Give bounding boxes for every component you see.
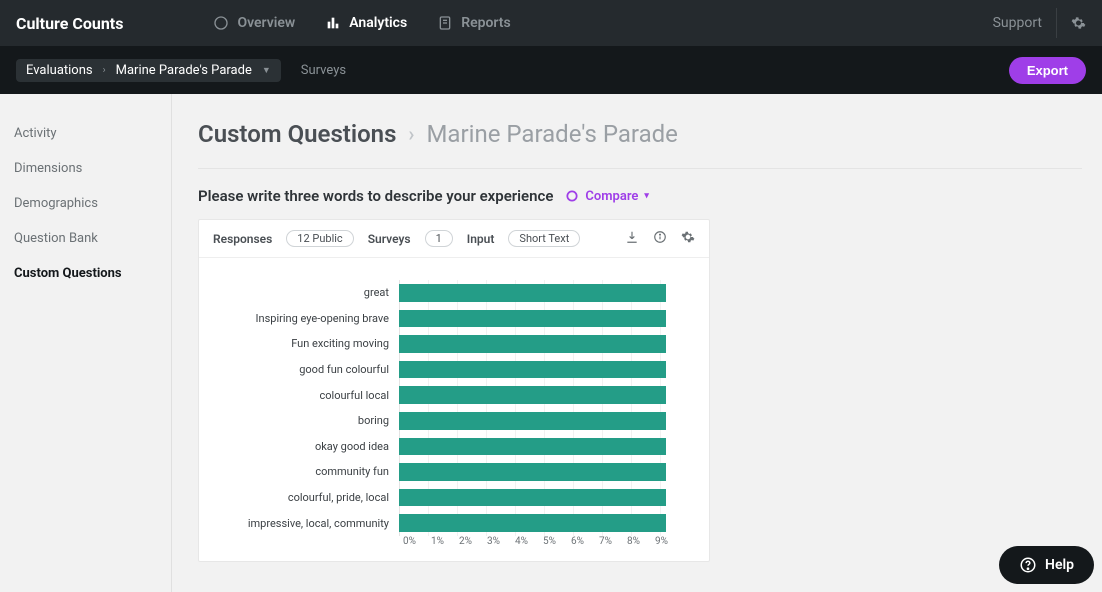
sidebar: ActivityDimensionsDemographicsQuestion B… [0, 94, 172, 592]
chevron-down-icon: ▼ [262, 65, 271, 76]
chart-row-label: colourful, pride, local [209, 491, 399, 504]
sidebar-item-demographics[interactable]: Demographics [14, 186, 157, 221]
tab-reports[interactable]: Reports [437, 15, 511, 31]
breadcrumb[interactable]: Evaluations › Marine Parade's Parade ▼ [16, 59, 281, 82]
axis-tick: 6% [571, 536, 599, 547]
info-button[interactable] [653, 230, 667, 247]
chart-settings-button[interactable] [681, 230, 695, 247]
axis-tick: 0% [403, 536, 431, 547]
sidebar-item-activity[interactable]: Activity [14, 116, 157, 151]
chart-row: boring [209, 408, 689, 434]
compare-button[interactable]: Compare ▾ [565, 189, 649, 204]
brand: Culture Counts [16, 14, 123, 33]
chart-bar [399, 386, 666, 404]
compare-label: Compare [585, 189, 638, 204]
input-value: Short Text [508, 230, 580, 247]
chevron-right-icon: › [103, 65, 106, 76]
axis-tick: 8% [627, 536, 655, 547]
settings-button[interactable] [1056, 8, 1086, 38]
help-label: Help [1045, 557, 1074, 573]
chart-bar [399, 463, 666, 481]
chart-bar [399, 438, 666, 456]
download-icon [625, 230, 639, 244]
chart-row-label: boring [209, 414, 399, 427]
chart-row: great [209, 280, 689, 306]
surveys-value: 1 [425, 230, 453, 247]
support-link[interactable]: Support [993, 15, 1042, 31]
chart-row: impressive, local, community [209, 510, 689, 536]
page-title-main: Custom Questions [198, 120, 396, 148]
reports-icon [437, 15, 453, 31]
chart-bar [399, 412, 666, 430]
chevron-right-icon: › [408, 122, 414, 146]
chart-row-label: Inspiring eye-opening brave [209, 312, 399, 325]
tab-analytics-label: Analytics [349, 15, 407, 31]
tab-overview[interactable]: Overview [213, 15, 295, 31]
chart-row: Inspiring eye-opening brave [209, 306, 689, 332]
help-icon [1019, 556, 1037, 574]
help-button[interactable]: Help [999, 546, 1094, 584]
question-text: Please write three words to describe you… [198, 187, 553, 205]
chart-row: colourful local [209, 382, 689, 408]
download-button[interactable] [625, 230, 639, 247]
tab-reports-label: Reports [461, 15, 511, 31]
chart-row: Fun exciting moving [209, 331, 689, 357]
x-axis: 0%1%2%3%4%5%6%7%8%9% [409, 536, 689, 547]
chart-bar [399, 284, 666, 302]
axis-tick: 4% [515, 536, 543, 547]
chart-row-label: good fun colourful [209, 363, 399, 376]
chart-row-label: Fun exciting moving [209, 337, 399, 350]
gear-icon [681, 230, 695, 244]
sidebar-item-dimensions[interactable]: Dimensions [14, 151, 157, 186]
breadcrumb-current: Marine Parade's Parade [116, 63, 252, 78]
chevron-down-icon: ▾ [644, 191, 649, 201]
chart-bar [399, 361, 666, 379]
axis-tick: 5% [543, 536, 571, 547]
chart-card: Responses 12 Public Surveys 1 Input Shor… [198, 219, 710, 562]
chart-row-label: okay good idea [209, 440, 399, 453]
gear-icon [1071, 15, 1086, 31]
analytics-icon [325, 15, 341, 31]
overview-icon [213, 15, 229, 31]
chart-bar [399, 514, 666, 532]
axis-tick: 3% [487, 536, 515, 547]
axis-tick: 1% [431, 536, 459, 547]
sidebar-item-custom-questions[interactable]: Custom Questions [14, 256, 157, 291]
axis-tick: 7% [599, 536, 627, 547]
tab-overview-label: Overview [237, 15, 295, 31]
tab-analytics[interactable]: Analytics [325, 15, 407, 31]
chart-row: community fun [209, 459, 689, 485]
chart: great Inspiring eye-opening brave Fun exci… [199, 258, 709, 561]
input-label: Input [467, 232, 495, 246]
chart-bar [399, 310, 666, 328]
breadcrumb-root: Evaluations [26, 63, 93, 78]
axis-tick: 9% [655, 536, 683, 547]
chart-row-label: great [209, 286, 399, 299]
chart-row-label: colourful local [209, 389, 399, 402]
chart-bar [399, 489, 666, 507]
surveys-label: Surveys [368, 232, 411, 246]
chart-row: good fun colourful [209, 357, 689, 383]
sidebar-item-question-bank[interactable]: Question Bank [14, 221, 157, 256]
page-title-sub: Marine Parade's Parade [426, 120, 677, 148]
chart-row-label: community fun [209, 465, 399, 478]
info-icon [653, 230, 667, 244]
chart-bar [399, 335, 666, 353]
axis-tick: 2% [459, 536, 487, 547]
surveys-link[interactable]: Surveys [301, 63, 346, 78]
responses-value: 12 Public [286, 230, 353, 247]
chart-row: colourful, pride, local [209, 485, 689, 511]
chart-row: okay good idea [209, 434, 689, 460]
chart-row-label: impressive, local, community [209, 517, 399, 530]
responses-label: Responses [213, 232, 272, 246]
page-title: Custom Questions › Marine Parade's Parad… [198, 120, 1082, 169]
export-button[interactable]: Export [1009, 57, 1086, 84]
compare-icon [565, 189, 579, 203]
